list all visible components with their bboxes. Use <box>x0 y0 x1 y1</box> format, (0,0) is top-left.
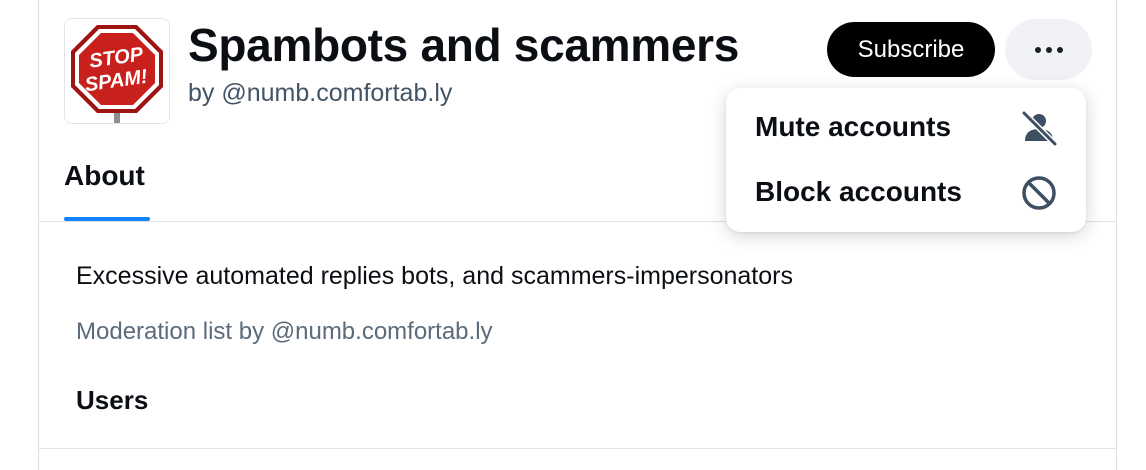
block-icon <box>1022 176 1056 210</box>
tab-about[interactable]: About <box>64 160 145 192</box>
list-title: Spambots and scammers <box>188 19 740 71</box>
frame-right-border <box>1116 0 1117 470</box>
stop-sign-icon: STOP SPAM! <box>65 19 169 123</box>
frame-left-border <box>38 0 39 470</box>
person-muted-icon <box>1021 110 1058 147</box>
list-avatar: STOP SPAM! <box>64 18 170 124</box>
list-description: Excessive automated replies bots, and sc… <box>76 262 793 290</box>
section-divider <box>38 448 1117 449</box>
subscribe-button[interactable]: Subscribe <box>827 22 995 77</box>
options-dropdown-menu: Mute accounts Block accounts <box>726 88 1086 232</box>
menu-item-label: Mute accounts <box>755 111 952 142</box>
users-heading: Users <box>76 385 149 415</box>
menu-item-block-accounts[interactable]: Block accounts <box>726 160 1086 224</box>
more-options-button[interactable] <box>1005 19 1092 80</box>
moderation-list-credit: Moderation list by @numb.comfortab.ly <box>76 318 493 345</box>
list-byline[interactable]: by @numb.comfortab.ly <box>188 79 452 108</box>
ellipsis-icon <box>1034 46 1063 53</box>
menu-item-mute-accounts[interactable]: Mute accounts <box>726 95 1086 159</box>
menu-item-label: Block accounts <box>755 176 962 207</box>
